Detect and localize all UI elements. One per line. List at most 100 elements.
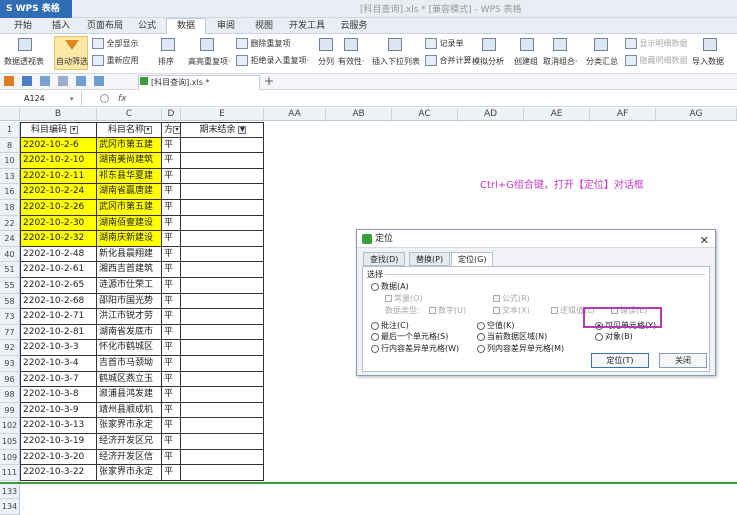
row-header[interactable]: 99: [0, 402, 20, 419]
radio-row-diff[interactable]: 行内容差异单元格(W): [371, 343, 459, 354]
menu-developer[interactable]: 开发工具: [284, 19, 330, 34]
print-icon[interactable]: [40, 76, 50, 86]
cell-direction[interactable]: 平: [162, 184, 181, 200]
cell-code[interactable]: 2202-10-2-81: [20, 324, 97, 341]
cell-balance[interactable]: [181, 200, 264, 216]
radio-data[interactable]: 数据(A): [371, 281, 409, 292]
cell-direction[interactable]: 平: [162, 168, 181, 185]
select-all-corner[interactable]: [0, 108, 20, 121]
radio-current-region[interactable]: 当前数据区域(N): [477, 331, 547, 342]
cell-balance[interactable]: [181, 246, 264, 263]
cell-direction[interactable]: 平: [162, 278, 181, 294]
cell-balance[interactable]: [181, 324, 264, 341]
show-detail-button[interactable]: 显示明细数据: [625, 38, 688, 49]
delete-duplicates-button[interactable]: 删除重复项: [236, 38, 291, 49]
cell-code[interactable]: 2202-10-3-4: [20, 356, 97, 372]
cell-name[interactable]: 武冈市第五建: [97, 137, 162, 154]
close-button[interactable]: 关闭: [659, 353, 707, 368]
cell-direction[interactable]: 平: [162, 246, 181, 263]
row-header[interactable]: 105: [0, 434, 20, 450]
cell-name[interactable]: 湖南美尚建筑: [97, 153, 162, 169]
formula-input[interactable]: [136, 93, 736, 105]
row-header[interactable]: 18: [0, 200, 20, 216]
cell-code[interactable]: 2202-10-3-13: [20, 418, 97, 434]
cell-direction[interactable]: 平: [162, 200, 181, 216]
undo-icon[interactable]: [76, 76, 86, 86]
cell-direction[interactable]: 平: [162, 137, 181, 154]
cell-code[interactable]: 2202-10-2-6: [20, 137, 97, 154]
row-header[interactable]: 93: [0, 356, 20, 372]
cell-name[interactable]: 新化县晨翔建: [97, 246, 162, 263]
cell-balance[interactable]: [181, 434, 264, 450]
tab-goto[interactable]: 定位(G): [451, 252, 494, 267]
row-header[interactable]: 92: [0, 340, 20, 356]
reject-duplicates-button[interactable]: 拒绝录入重复项·: [236, 55, 309, 66]
cell-balance[interactable]: [181, 387, 264, 403]
row-header[interactable]: 102: [0, 418, 20, 434]
row-header[interactable]: 40: [0, 246, 20, 263]
menu-cloud[interactable]: 云服务: [334, 19, 374, 34]
header-cell-name[interactable]: 科目名称 ▾: [97, 122, 162, 138]
cell-direction[interactable]: 平: [162, 449, 181, 466]
cell-name[interactable]: 武冈市第五建: [97, 200, 162, 216]
col-header-ac[interactable]: AC: [392, 108, 458, 121]
cell-direction[interactable]: 平: [162, 324, 181, 341]
menu-formula[interactable]: 公式: [132, 19, 162, 34]
reapply-button[interactable]: 重新应用: [92, 55, 139, 66]
redo-icon[interactable]: [94, 76, 104, 86]
cell-direction[interactable]: 平: [162, 402, 181, 419]
row-header[interactable]: 96: [0, 371, 20, 388]
cell-name[interactable]: 湖南省发底市: [97, 324, 162, 341]
cell-name[interactable]: 涟源市仕荣工: [97, 278, 162, 294]
app-logo[interactable]: S WPS 表格: [0, 0, 72, 18]
cell-code[interactable]: 2202-10-2-61: [20, 262, 97, 278]
row-header[interactable]: 24: [0, 231, 20, 247]
checkbox-text[interactable]: 文本(X): [493, 305, 530, 316]
cell-name[interactable]: 经济开发区信: [97, 449, 162, 466]
save-icon[interactable]: [22, 76, 32, 86]
cell-code[interactable]: 2202-10-2-32: [20, 231, 97, 247]
cell-balance[interactable]: [181, 449, 264, 466]
cell-name[interactable]: 祁东县华夏建: [97, 168, 162, 185]
subtotal-button[interactable]: 分类汇总: [586, 56, 618, 67]
cell-direction[interactable]: 平: [162, 434, 181, 450]
dropdown-list-button[interactable]: 插入下拉列表: [372, 56, 420, 67]
col-header-ab[interactable]: AB: [326, 108, 392, 121]
cell-name[interactable]: 洪江市锐才劳: [97, 309, 162, 325]
create-group-button[interactable]: 创建组: [514, 56, 538, 67]
cell-balance[interactable]: [181, 262, 264, 278]
record-form-button[interactable]: 记录单: [425, 38, 464, 49]
cell-code[interactable]: 2202-10-2-68: [20, 293, 97, 310]
show-all-button[interactable]: 全部显示: [92, 38, 139, 49]
validity-button[interactable]: 有效性·: [338, 56, 365, 67]
tab-find[interactable]: 查找(D): [363, 252, 406, 266]
row-header[interactable]: 1: [0, 122, 20, 138]
cell-code[interactable]: 2202-10-2-26: [20, 200, 97, 216]
cell-balance[interactable]: [181, 231, 264, 247]
cell-balance[interactable]: [181, 293, 264, 310]
radio-null[interactable]: 空值(K): [477, 320, 515, 331]
cell-name[interactable]: 溆浦县鸿发建: [97, 387, 162, 403]
cell-code[interactable]: 2202-10-3-9: [20, 402, 97, 419]
menu-data[interactable]: 数据: [166, 18, 206, 35]
row-header[interactable]: 16: [0, 184, 20, 200]
cell-direction[interactable]: 平: [162, 309, 181, 325]
cell-name[interactable]: 鹤城区燕立玉: [97, 371, 162, 388]
cell-code[interactable]: 2202-10-2-48: [20, 246, 97, 263]
cell-direction[interactable]: 平: [162, 465, 181, 481]
row-header[interactable]: 134: [0, 499, 20, 515]
col-header-ag[interactable]: AG: [656, 108, 737, 121]
row-header[interactable]: 111: [0, 465, 20, 481]
split-column-button[interactable]: 分列: [318, 56, 334, 67]
checkbox-number[interactable]: 数字(U): [429, 305, 466, 316]
cell-name[interactable]: 湖南省赢唐建: [97, 184, 162, 200]
cell-name[interactable]: 湘西吉首建筑: [97, 262, 162, 278]
cell-name[interactable]: 邵阳市国光势: [97, 293, 162, 310]
cell-code[interactable]: 2202-10-2-71: [20, 309, 97, 325]
cell-balance[interactable]: [181, 371, 264, 388]
cell-balance[interactable]: [181, 184, 264, 200]
row-header[interactable]: 73: [0, 309, 20, 325]
header-cell-dir[interactable]: 方 ▾: [162, 122, 181, 138]
cell-balance[interactable]: [181, 215, 264, 232]
header-cell-code[interactable]: 科目编码 ▾: [20, 122, 97, 138]
